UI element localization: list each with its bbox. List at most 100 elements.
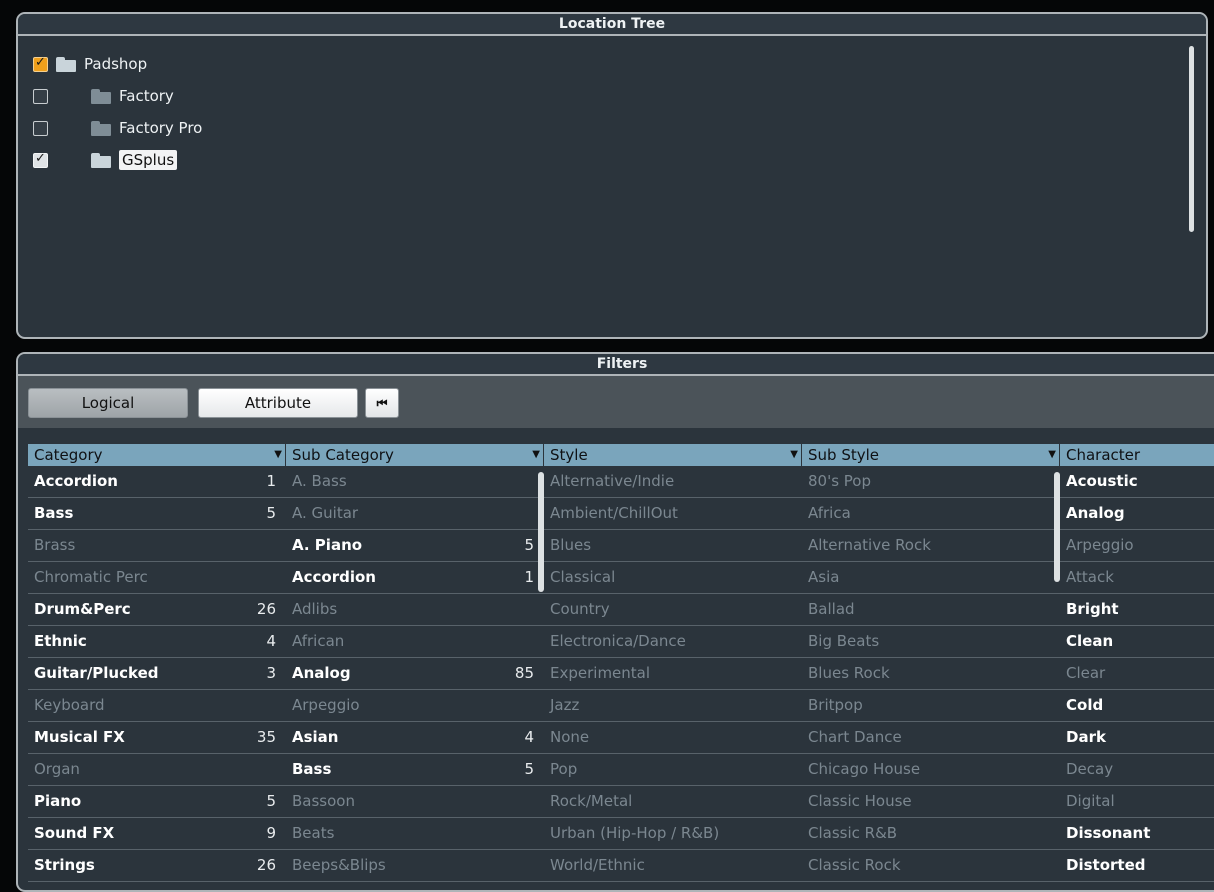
filter-list-item[interactable]: Bassoon [286, 786, 544, 818]
filters-panel: Filters Logical Attribute ⏮ Category ▼ Ac… [16, 352, 1214, 892]
logical-button[interactable]: Logical [28, 388, 188, 418]
style-header[interactable]: Style ▼ [544, 444, 802, 466]
filter-list-item[interactable]: A. Piano 5 [286, 530, 544, 562]
filter-list-item[interactable]: Distorted [1060, 850, 1214, 882]
reset-filters-button[interactable]: ⏮ [365, 388, 399, 418]
filter-list-item[interactable]: Analog [1060, 498, 1214, 530]
filter-item-count: 3 [266, 664, 276, 682]
rewind-icon: ⏮ [376, 396, 388, 410]
filter-list-item[interactable]: Sound FX 9 [28, 818, 286, 850]
filter-list-item[interactable]: Organ [28, 754, 286, 786]
filter-list-item[interactable]: Keyboard [28, 690, 286, 722]
filter-list-item[interactable]: Country [544, 594, 802, 626]
filter-list-item[interactable]: Pop [544, 754, 802, 786]
padshop-checkbox[interactable]: ✓ [33, 55, 48, 72]
filter-item-count: 1 [266, 472, 276, 490]
filter-list-item[interactable]: Britpop [802, 690, 1060, 722]
filter-list-item[interactable]: Dissonant [1060, 818, 1214, 850]
filter-list-item[interactable]: Arpeggio [1060, 530, 1214, 562]
filter-list-item[interactable]: 80's Pop [802, 466, 1060, 498]
attribute-button[interactable]: Attribute [198, 388, 358, 418]
filter-list-item[interactable]: None [544, 722, 802, 754]
filter-list-item[interactable]: Piano 5 [28, 786, 286, 818]
filter-item-label: Keyboard [34, 696, 105, 714]
character-list: Acoustic Analog Arpeggio Attack Bright Clean C… [1060, 466, 1214, 882]
filter-item-count: 4 [524, 728, 534, 746]
column-header-label: Category [34, 446, 103, 464]
filter-list-item[interactable]: Big Beats [802, 626, 1060, 658]
filter-list-item[interactable]: Bass 5 [286, 754, 544, 786]
filter-list-item[interactable]: A. Guitar [286, 498, 544, 530]
gsplus-checkbox[interactable]: ✓ [33, 151, 48, 168]
filter-list-item[interactable]: Africa [802, 498, 1060, 530]
location-tree-scrollbar[interactable] [1189, 46, 1194, 232]
filter-list-item[interactable]: Alternative Rock [802, 530, 1060, 562]
filter-item-label: Jazz [550, 696, 580, 714]
factory-pro-checkbox[interactable] [33, 120, 48, 136]
filter-list-item[interactable]: African [286, 626, 544, 658]
factory-checkbox[interactable] [33, 88, 48, 104]
filter-list-item[interactable]: Asian 4 [286, 722, 544, 754]
filter-list-item[interactable]: Beats [286, 818, 544, 850]
filter-list-item[interactable]: Alternative/Indie [544, 466, 802, 498]
style-list: Alternative/Indie Ambient/ChillOut Blues Cl… [544, 466, 802, 882]
filter-list-item[interactable]: Blues [544, 530, 802, 562]
filter-list-item[interactable]: Urban (Hip-Hop / R&B) [544, 818, 802, 850]
filter-list-item[interactable]: Accordion 1 [28, 466, 286, 498]
filter-list-item[interactable]: Strings 26 [28, 850, 286, 882]
filter-item-label: Arpeggio [292, 696, 360, 714]
filter-list-item[interactable]: World/Ethnic [544, 850, 802, 882]
filter-list-item[interactable]: Brass [28, 530, 286, 562]
filter-item-count: 5 [266, 504, 276, 522]
tree-item-padshop[interactable]: ✓ Padshop [33, 52, 147, 76]
filter-list-item[interactable]: Clean [1060, 626, 1214, 658]
filter-list-item[interactable]: Adlibs [286, 594, 544, 626]
filter-list-item[interactable]: Chromatic Perc [28, 562, 286, 594]
filter-list-item[interactable]: Guitar/Plucked 3 [28, 658, 286, 690]
filter-list-item[interactable]: Asia [802, 562, 1060, 594]
filter-list-item[interactable]: Beeps&Blips [286, 850, 544, 882]
filter-list-item[interactable]: Drum&Perc 26 [28, 594, 286, 626]
filter-item-label: Classic House [808, 792, 912, 810]
filter-item-label: Adlibs [292, 600, 338, 618]
filter-list-item[interactable]: Cold [1060, 690, 1214, 722]
filter-item-count: 9 [266, 824, 276, 842]
style-column: Style ▼ Alternative/Indie Ambient/ChillOut… [544, 444, 802, 882]
filter-list-item[interactable]: Ballad [802, 594, 1060, 626]
tree-item-factory-pro[interactable]: Factory Pro [33, 116, 202, 140]
filter-item-label: Ballad [808, 600, 855, 618]
character-header[interactable]: Character [1060, 444, 1214, 466]
filter-list-item[interactable]: Classic House [802, 786, 1060, 818]
filter-list-item[interactable]: Rock/Metal [544, 786, 802, 818]
filter-list-item[interactable]: Chicago House [802, 754, 1060, 786]
filter-list-item[interactable]: Chart Dance [802, 722, 1060, 754]
filter-list-item[interactable]: Blues Rock [802, 658, 1060, 690]
filter-list-item[interactable]: Acoustic [1060, 466, 1214, 498]
filter-list-item[interactable]: Digital [1060, 786, 1214, 818]
filter-list-item[interactable]: Decay [1060, 754, 1214, 786]
filter-list-item[interactable]: Dark [1060, 722, 1214, 754]
filter-list-item[interactable]: A. Bass [286, 466, 544, 498]
filter-list-item[interactable]: Classic Rock [802, 850, 1060, 882]
filter-list-item[interactable]: Classical [544, 562, 802, 594]
filter-list-item[interactable]: Musical FX 35 [28, 722, 286, 754]
filter-item-label: Digital [1066, 792, 1115, 810]
tree-item-gsplus[interactable]: ✓ GSplus [33, 148, 178, 172]
tree-item-factory[interactable]: Factory [33, 84, 174, 108]
sub-style-header[interactable]: Sub Style ▼ [802, 444, 1060, 466]
filter-list-item[interactable]: Analog 85 [286, 658, 544, 690]
category-header[interactable]: Category ▼ [28, 444, 286, 466]
filter-list-item[interactable]: Ethnic 4 [28, 626, 286, 658]
filter-list-item[interactable]: Arpeggio [286, 690, 544, 722]
filter-list-item[interactable]: Bass 5 [28, 498, 286, 530]
filter-list-item[interactable]: Ambient/ChillOut [544, 498, 802, 530]
filter-list-item[interactable]: Classic R&B [802, 818, 1060, 850]
filter-list-item[interactable]: Clear [1060, 658, 1214, 690]
filter-list-item[interactable]: Accordion 1 [286, 562, 544, 594]
filter-list-item[interactable]: Jazz [544, 690, 802, 722]
filter-list-item[interactable]: Attack [1060, 562, 1214, 594]
filter-list-item[interactable]: Experimental [544, 658, 802, 690]
filter-list-item[interactable]: Bright [1060, 594, 1214, 626]
sub-category-header[interactable]: Sub Category ▼ [286, 444, 544, 466]
filter-list-item[interactable]: Electronica/Dance [544, 626, 802, 658]
